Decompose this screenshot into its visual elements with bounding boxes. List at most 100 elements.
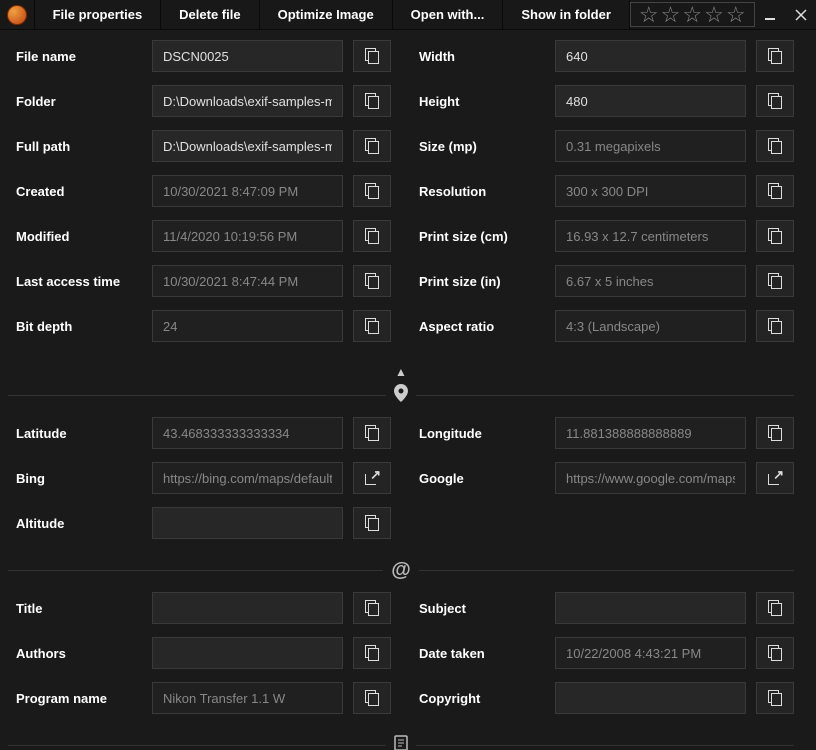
- title-input[interactable]: [152, 592, 343, 624]
- copy-icon: [768, 645, 782, 661]
- latitude-input: [152, 417, 343, 449]
- document-icon: [386, 735, 416, 750]
- copy-icon: [768, 183, 782, 199]
- longitude-label: Longitude: [419, 426, 555, 441]
- program-input: [152, 682, 343, 714]
- copy-button[interactable]: [353, 637, 391, 669]
- geo-divider: [0, 383, 802, 407]
- at-icon: @: [383, 559, 419, 582]
- copyright-input[interactable]: [555, 682, 746, 714]
- copy-button[interactable]: [353, 220, 391, 252]
- copy-button[interactable]: [756, 592, 794, 624]
- altitude-input[interactable]: [152, 507, 343, 539]
- copy-button[interactable]: [353, 507, 391, 539]
- star-icon[interactable]: ☆: [704, 4, 724, 26]
- lastaccess-label: Last access time: [16, 274, 152, 289]
- copy-button[interactable]: [353, 682, 391, 714]
- copy-button[interactable]: [756, 175, 794, 207]
- copy-button[interactable]: [353, 85, 391, 117]
- copy-button[interactable]: [756, 85, 794, 117]
- meta-section: Title Subject Authors Date taken: [0, 582, 802, 733]
- star-icon[interactable]: ☆: [726, 4, 746, 26]
- menu-optimize-image[interactable]: Optimize Image: [260, 0, 393, 29]
- copy-icon: [768, 138, 782, 154]
- copy-icon: [768, 48, 782, 64]
- subject-input[interactable]: [555, 592, 746, 624]
- modified-label: Modified: [16, 229, 152, 244]
- copy-icon: [365, 48, 379, 64]
- external-link-icon: [768, 471, 782, 485]
- copy-icon: [365, 425, 379, 441]
- folder-input[interactable]: [152, 85, 343, 117]
- external-link-icon: [365, 471, 379, 485]
- bitdepth-label: Bit depth: [16, 319, 152, 334]
- copy-button[interactable]: [353, 40, 391, 72]
- copy-button[interactable]: [353, 265, 391, 297]
- width-input[interactable]: [555, 40, 746, 72]
- copy-button[interactable]: [756, 682, 794, 714]
- star-icon[interactable]: ☆: [639, 4, 659, 26]
- program-label: Program name: [16, 691, 152, 706]
- folder-label: Folder: [16, 94, 152, 109]
- copy-icon: [365, 228, 379, 244]
- menu-show-in-folder[interactable]: Show in folder: [503, 0, 630, 29]
- open-link-button[interactable]: [756, 462, 794, 494]
- filename-input[interactable]: [152, 40, 343, 72]
- copy-icon: [365, 273, 379, 289]
- copy-button[interactable]: [353, 592, 391, 624]
- copy-button[interactable]: [353, 417, 391, 449]
- copy-button[interactable]: [756, 310, 794, 342]
- collapse-toggle[interactable]: ▲: [0, 361, 802, 383]
- authors-label: Authors: [16, 646, 152, 661]
- copy-button[interactable]: [756, 265, 794, 297]
- content-scroll[interactable]: File name Width Folder Height: [0, 30, 816, 750]
- copy-button[interactable]: [756, 220, 794, 252]
- latitude-label: Latitude: [16, 426, 152, 441]
- aspect-input: [555, 310, 746, 342]
- sizemp-input: [555, 130, 746, 162]
- next-divider: [0, 733, 802, 750]
- modified-input: [152, 220, 343, 252]
- printcm-label: Print size (cm): [419, 229, 555, 244]
- copy-button[interactable]: [756, 40, 794, 72]
- minimize-button[interactable]: [755, 0, 786, 29]
- pin-icon: [386, 384, 416, 407]
- copy-icon: [768, 228, 782, 244]
- copy-icon: [365, 183, 379, 199]
- copy-button[interactable]: [756, 637, 794, 669]
- aspect-label: Aspect ratio: [419, 319, 555, 334]
- copy-icon: [768, 690, 782, 706]
- longitude-input: [555, 417, 746, 449]
- bitdepth-input: [152, 310, 343, 342]
- star-icon[interactable]: ☆: [661, 4, 681, 26]
- copy-button[interactable]: [756, 130, 794, 162]
- copy-icon: [365, 318, 379, 334]
- copy-button[interactable]: [756, 417, 794, 449]
- meta-divider: @: [0, 558, 802, 582]
- datetaken-label: Date taken: [419, 646, 555, 661]
- close-button[interactable]: [785, 0, 816, 29]
- datetaken-input: [555, 637, 746, 669]
- copy-icon: [768, 425, 782, 441]
- app-icon[interactable]: [0, 0, 35, 29]
- rating-stars[interactable]: ☆ ☆ ☆ ☆ ☆: [630, 2, 755, 27]
- copy-button[interactable]: [353, 175, 391, 207]
- height-input[interactable]: [555, 85, 746, 117]
- resolution-input: [555, 175, 746, 207]
- menu-file-properties[interactable]: File properties: [35, 0, 162, 29]
- open-link-button[interactable]: [353, 462, 391, 494]
- star-icon[interactable]: ☆: [682, 4, 702, 26]
- lastaccess-input: [152, 265, 343, 297]
- subject-label: Subject: [419, 601, 555, 616]
- fullpath-input[interactable]: [152, 130, 343, 162]
- authors-input[interactable]: [152, 637, 343, 669]
- bing-label: Bing: [16, 471, 152, 486]
- menu-open-with[interactable]: Open with...: [393, 0, 504, 29]
- file-section: File name Width Folder Height: [0, 30, 802, 361]
- copy-icon: [365, 600, 379, 616]
- copy-button[interactable]: [353, 130, 391, 162]
- created-label: Created: [16, 184, 152, 199]
- copy-icon: [365, 93, 379, 109]
- menu-delete-file[interactable]: Delete file: [161, 0, 259, 29]
- copy-button[interactable]: [353, 310, 391, 342]
